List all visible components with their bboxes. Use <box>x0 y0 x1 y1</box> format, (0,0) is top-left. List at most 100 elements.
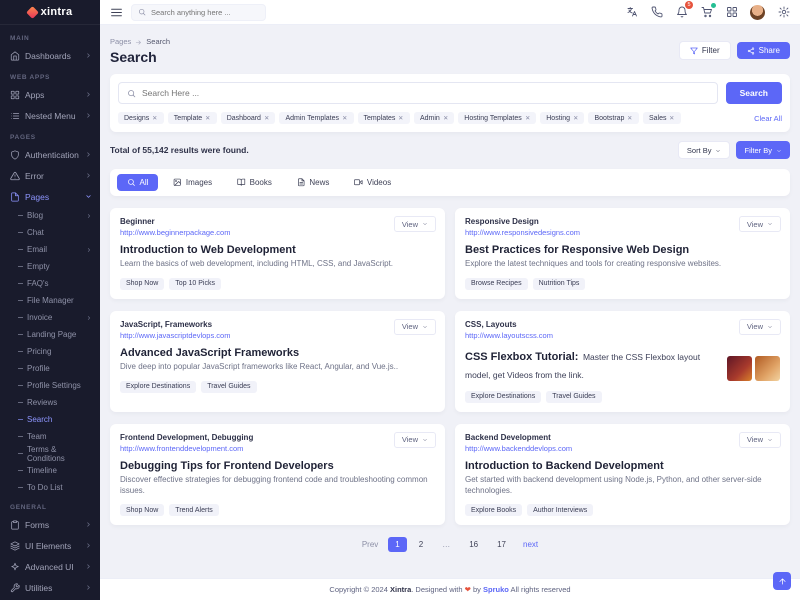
filter-tag-templates[interactable]: Templates <box>358 112 410 124</box>
result-badge[interactable]: Shop Now <box>120 278 164 290</box>
video-thumb-2[interactable] <box>755 356 780 381</box>
tab-books[interactable]: Books <box>227 174 282 191</box>
sidebar-item-empty[interactable]: Empty <box>0 258 100 275</box>
app-logo[interactable]: xintra <box>0 0 100 25</box>
pagination-next[interactable]: next <box>518 537 543 552</box>
result-badge[interactable]: Explore Destinations <box>120 381 196 393</box>
gear-button[interactable] <box>777 6 790 19</box>
result-title[interactable]: Best Practices for Responsive Web Design <box>465 244 780 256</box>
result-url[interactable]: http://www.javascriptdevlops.com <box>120 331 435 340</box>
clear-all-link[interactable]: Clear All <box>754 114 782 123</box>
filter-tag-template[interactable]: Template <box>168 112 217 124</box>
avatar[interactable] <box>750 5 765 20</box>
sort-by-dropdown[interactable]: Sort By <box>678 141 731 159</box>
filter-by-dropdown[interactable]: Filter By <box>736 141 790 159</box>
sidebar-item-to-do-list[interactable]: To Do List <box>0 479 100 496</box>
filter-tag-dashboard[interactable]: Dashboard <box>221 112 276 124</box>
sidebar-item-profile-settings[interactable]: Profile Settings <box>0 377 100 394</box>
tab-news[interactable]: News <box>287 174 340 191</box>
view-dropdown[interactable]: View <box>394 319 436 335</box>
sidebar-item-terms-conditions[interactable]: Terms & Conditions <box>0 445 100 462</box>
cart-button[interactable] <box>700 6 713 19</box>
result-badge[interactable]: Author Interviews <box>527 504 593 516</box>
sidebar-item-faq-s[interactable]: FAQ's <box>0 275 100 292</box>
result-url[interactable]: http://www.responsivedesigns.com <box>465 228 780 237</box>
result-url[interactable]: http://www.backenddevlops.com <box>465 444 780 453</box>
tab-all[interactable]: All <box>117 174 158 191</box>
view-dropdown[interactable]: View <box>739 432 781 448</box>
sidebar-item-invoice[interactable]: Invoice <box>0 309 100 326</box>
result-badge[interactable]: Shop Now <box>120 504 164 516</box>
filter-tag-sales[interactable]: Sales <box>643 112 681 124</box>
result-url[interactable]: http://www.layoutscss.com <box>465 331 719 340</box>
sidebar-item-pricing[interactable]: Pricing <box>0 343 100 360</box>
sidebar-item-dashboards[interactable]: Dashboards <box>0 45 100 66</box>
tab-videos[interactable]: Videos <box>344 174 401 191</box>
result-badge[interactable]: Browse Recipes <box>465 278 528 290</box>
view-dropdown[interactable]: View <box>739 319 781 335</box>
result-badge[interactable]: Explore Books <box>465 504 522 516</box>
pagination-page-2[interactable]: 2 <box>412 537 430 552</box>
sidebar-item-nested-menu[interactable]: Nested Menu <box>0 105 100 126</box>
sidebar-item-advanced-ui[interactable]: Advanced UI <box>0 556 100 577</box>
sidebar-item-team[interactable]: Team <box>0 428 100 445</box>
video-thumb-1[interactable] <box>727 356 752 381</box>
grid-button[interactable] <box>725 6 738 19</box>
scroll-to-top-button[interactable] <box>773 572 791 590</box>
filter-tag-hosting[interactable]: Hosting <box>540 112 584 124</box>
result-title[interactable]: Introduction to Web Development <box>120 244 435 256</box>
bell-button[interactable]: 5 <box>675 6 688 19</box>
share-button[interactable]: Share <box>737 42 790 59</box>
sidebar-item-pages[interactable]: Pages <box>0 186 100 207</box>
pagination-page-17[interactable]: 17 <box>490 537 513 552</box>
result-url[interactable]: http://www.frontenddevelopment.com <box>120 444 435 453</box>
sidebar-item-blog[interactable]: Blog <box>0 207 100 224</box>
filter-tag-admin-templates[interactable]: Admin Templates <box>279 112 353 124</box>
filter-tag-designs[interactable]: Designs <box>118 112 164 124</box>
view-dropdown[interactable]: View <box>394 216 436 232</box>
sidebar-item-utilities[interactable]: Utilities <box>0 577 100 598</box>
sidebar-item-landing-page[interactable]: Landing Page <box>0 326 100 343</box>
result-badge[interactable]: Nutrition Tips <box>533 278 586 290</box>
sidebar-item-authentication[interactable]: Authentication <box>0 144 100 165</box>
result-title[interactable]: Debugging Tips for Frontend Developers <box>120 460 435 472</box>
breadcrumb-parent[interactable]: Pages <box>110 37 131 46</box>
filter-button[interactable]: Filter <box>679 41 731 60</box>
search-input[interactable] <box>142 88 709 98</box>
footer-author-link[interactable]: Spruko <box>483 585 509 594</box>
result-url[interactable]: http://www.beginnerpackage.com <box>120 228 435 237</box>
result-title[interactable]: Introduction to Backend Development <box>465 460 780 472</box>
filter-tag-hosting-templates[interactable]: Hosting Templates <box>458 112 536 124</box>
sidebar-toggle-button[interactable] <box>110 6 123 19</box>
result-badge[interactable]: Travel Guides <box>201 381 256 393</box>
sidebar-item-email[interactable]: Email <box>0 241 100 258</box>
sidebar-item-profile[interactable]: Profile <box>0 360 100 377</box>
result-badge[interactable]: Trend Alerts <box>169 504 218 516</box>
sidebar-item-search[interactable]: Search <box>0 411 100 428</box>
sidebar-item-ui-elements[interactable]: UI Elements <box>0 535 100 556</box>
view-dropdown[interactable]: View <box>739 216 781 232</box>
filter-tag-admin[interactable]: Admin <box>414 112 454 124</box>
sidebar-item-timeline[interactable]: Timeline <box>0 462 100 479</box>
result-badge[interactable]: Travel Guides <box>546 391 601 403</box>
tab-images[interactable]: Images <box>163 174 222 191</box>
result-badge[interactable]: Explore Destinations <box>465 391 541 403</box>
result-title[interactable]: CSS Flexbox Tutorial: <box>465 351 578 363</box>
pagination-prev[interactable]: Prev <box>357 537 383 552</box>
sidebar-item-error[interactable]: Error <box>0 165 100 186</box>
sidebar-item-reviews[interactable]: Reviews <box>0 394 100 411</box>
search-button[interactable]: Search <box>726 82 782 104</box>
view-dropdown[interactable]: View <box>394 432 436 448</box>
sidebar-item-file-manager[interactable]: File Manager <box>0 292 100 309</box>
sidebar-item-chat[interactable]: Chat <box>0 224 100 241</box>
result-title[interactable]: Advanced JavaScript Frameworks <box>120 347 435 359</box>
sidebar-item-forms[interactable]: Forms <box>0 514 100 535</box>
translate-button[interactable] <box>625 6 638 19</box>
filter-tag-bootstrap[interactable]: Bootstrap <box>588 112 638 124</box>
global-search-input[interactable] <box>151 8 259 17</box>
phone-button[interactable] <box>650 6 663 19</box>
pagination-page-16[interactable]: 16 <box>462 537 485 552</box>
result-badge[interactable]: Top 10 Picks <box>169 278 221 290</box>
pagination-page-1[interactable]: 1 <box>388 537 406 552</box>
sidebar-item-apps[interactable]: Apps <box>0 84 100 105</box>
